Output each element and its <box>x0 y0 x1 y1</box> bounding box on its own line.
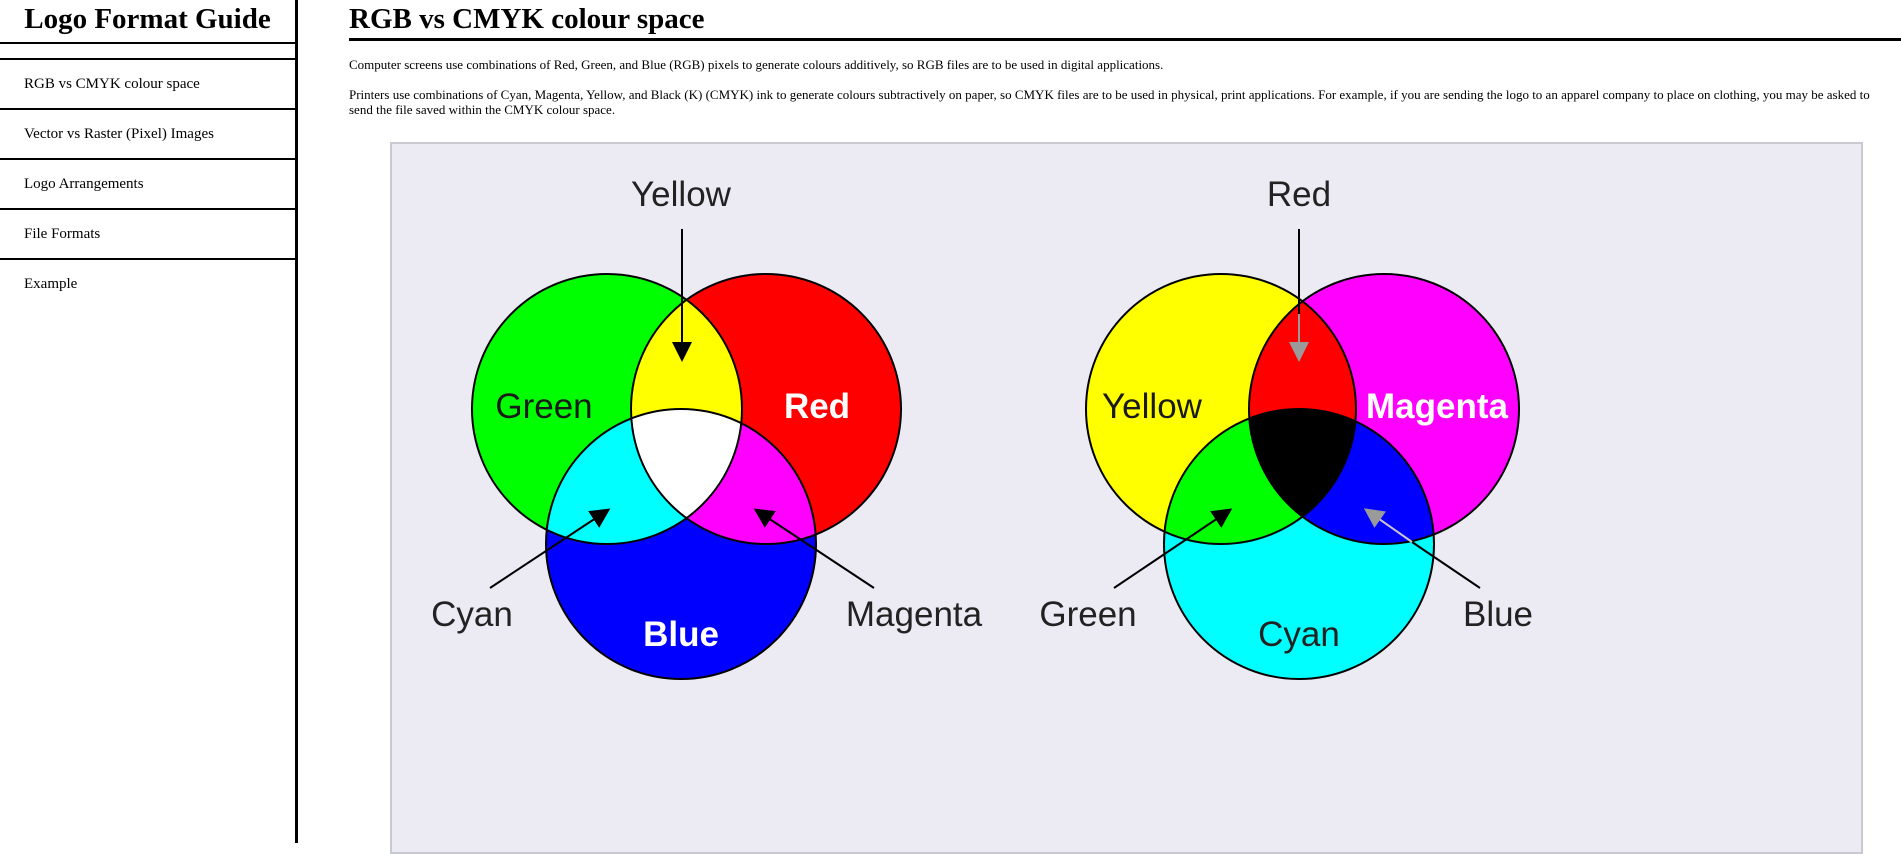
cmyk-label-blue: Blue <box>1463 595 1533 634</box>
rgb-label-red: Red <box>784 387 850 426</box>
rgb-label-blue: Blue <box>643 615 719 654</box>
venn-diagrams: Yellow Green Red Blue Cyan Magenta Red Y… <box>431 175 1533 680</box>
rgb-label-yellow: Yellow <box>631 175 732 214</box>
site-title: Logo Format Guide <box>0 0 295 44</box>
sidebar-nav: RGB vs CMYK colour space Vector vs Raste… <box>0 58 295 308</box>
nav-item-example[interactable]: Example <box>0 260 295 308</box>
rgb-label-cyan: Cyan <box>431 595 513 634</box>
nav-item-logo-arrangements[interactable]: Logo Arrangements <box>0 160 295 210</box>
rgb-label-magenta: Magenta <box>846 595 983 634</box>
rgb-label-green: Green <box>495 387 592 426</box>
cmyk-label-cyan: Cyan <box>1258 615 1340 654</box>
main-content: RGB vs CMYK colour space Computer screen… <box>349 0 1901 854</box>
cmyk-diagram: Red Yellow Magenta Cyan Green Blue <box>1039 175 1533 680</box>
cmyk-label-magenta: Magenta <box>1366 387 1509 426</box>
sidebar: Logo Format Guide RGB vs CMYK colour spa… <box>0 0 298 843</box>
nav-item-file-formats[interactable]: File Formats <box>0 210 295 260</box>
cmyk-paragraph: Printers use combinations of Cyan, Magen… <box>349 87 1870 117</box>
rgb-paragraph: Computer screens use combinations of Red… <box>349 57 1164 72</box>
nav-item-vector-vs-raster[interactable]: Vector vs Raster (Pixel) Images <box>0 110 295 160</box>
cmyk-label-red: Red <box>1267 175 1331 214</box>
nav-item-rgb-vs-cmyk[interactable]: RGB vs CMYK colour space <box>0 60 295 110</box>
colour-space-diagram: Yellow Green Red Blue Cyan Magenta Red Y… <box>390 142 1863 854</box>
cmyk-label-yellow: Yellow <box>1102 387 1203 426</box>
cmyk-label-green: Green <box>1039 595 1136 634</box>
page-title: RGB vs CMYK colour space <box>349 0 1901 41</box>
rgb-diagram: Yellow Green Red Blue Cyan Magenta <box>431 175 983 680</box>
